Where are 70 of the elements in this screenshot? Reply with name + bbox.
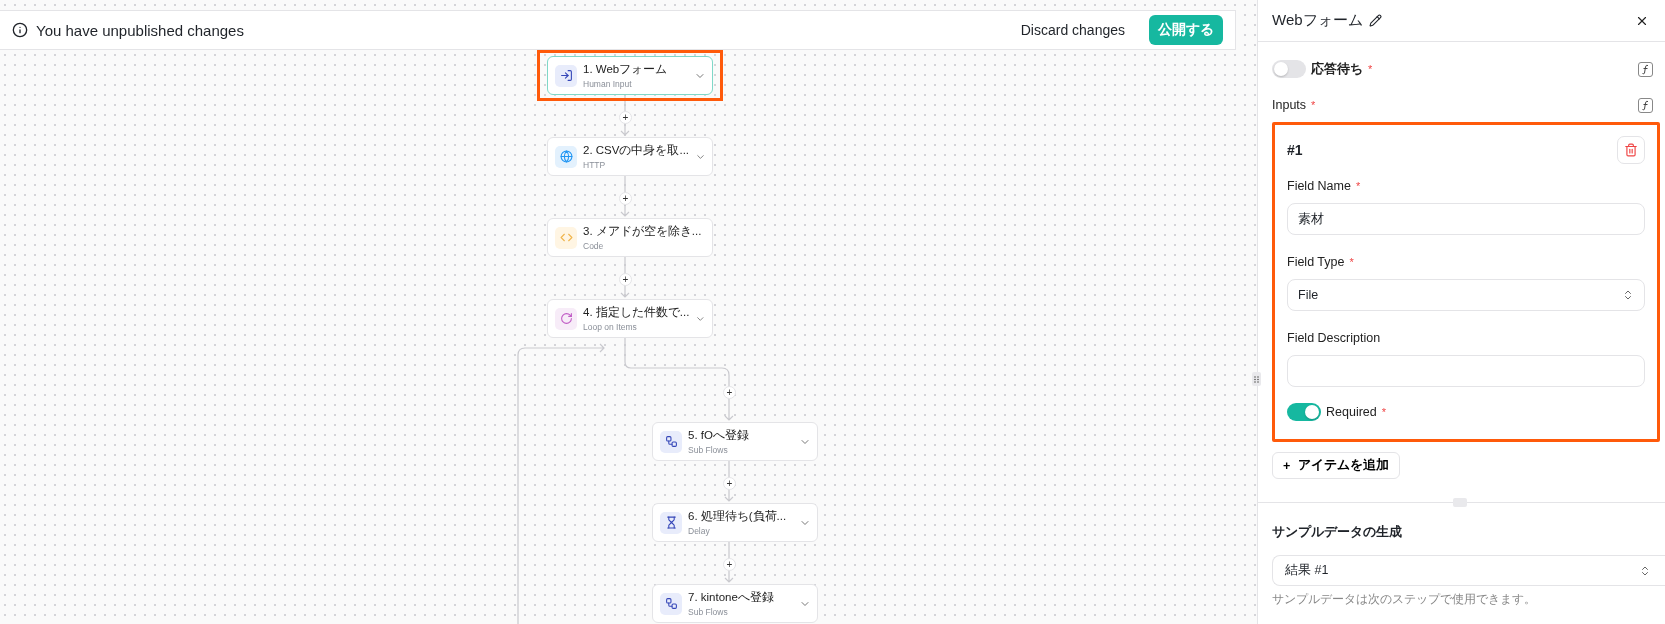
trash-icon (1624, 143, 1638, 157)
add-step-button[interactable]: + (619, 192, 632, 205)
hourglass-icon (660, 511, 682, 534)
field-name-input[interactable]: 素材 (1287, 203, 1645, 235)
function-icon (1641, 99, 1650, 111)
formula-button[interactable] (1638, 97, 1653, 113)
step-node[interactable]: 5. fOへ登録 Sub Flows (652, 422, 818, 461)
field-description-input[interactable] (1287, 355, 1645, 387)
step-node[interactable]: 7. kintoneへ登録 Sub Flows (652, 584, 818, 623)
step-type: Delay (688, 526, 711, 537)
step-title: 6. 処理待ち(負荷... (688, 508, 788, 524)
field-label: Field Description (1287, 331, 1381, 345)
required-mark: * (1349, 256, 1354, 268)
chevron-icon (1639, 564, 1651, 577)
toggle-label: Required (1326, 405, 1377, 419)
step-title: 1. Webフォーム (583, 61, 669, 77)
required-mark: * (1368, 63, 1373, 75)
enter-icon (555, 64, 577, 87)
delete-button[interactable] (1617, 136, 1645, 164)
field-label: Field Name (1287, 179, 1351, 193)
toggle-label: 応答待ち (1311, 60, 1363, 78)
step-type: HTTP (583, 160, 607, 171)
field-type-select[interactable]: File (1287, 279, 1645, 311)
section-title: サンプルデータの生成 (1272, 523, 1403, 541)
step-type: Loop on Items (583, 322, 638, 333)
step-type: Sub Flows (688, 607, 729, 618)
resize-handle[interactable] (1252, 372, 1261, 386)
step-title: 4. 指定した件数で... (583, 304, 690, 320)
step-title: 7. kintoneへ登録 (688, 589, 775, 605)
step-title: 5. fOへ登録 (688, 427, 750, 443)
loop-icon (555, 307, 577, 330)
chevron-icon (1622, 289, 1634, 301)
tree-icon (660, 430, 682, 453)
add-step-button[interactable]: + (723, 558, 736, 571)
formula-button[interactable] (1638, 61, 1653, 77)
discard-button[interactable]: Discard changes (1012, 16, 1133, 44)
add-step-button[interactable]: + (619, 111, 632, 124)
item-heading: #1 (1287, 142, 1303, 158)
toggle-switch[interactable] (1287, 403, 1321, 421)
result-select[interactable]: 結果 #1 (1272, 555, 1665, 586)
code-icon (555, 226, 577, 249)
edit-icon[interactable] (1368, 14, 1382, 27)
required-mark: * (1355, 180, 1361, 192)
function-icon (1641, 63, 1650, 75)
resize-handle[interactable] (1453, 498, 1467, 507)
required-mark: * (1311, 99, 1316, 111)
step-node[interactable]: 4. 指定した件数で... Loop on Items (547, 299, 713, 338)
panel-title: Webフォーム (1272, 11, 1363, 30)
hint-text: サンプルデータは次のステップで使用できます。 (1272, 592, 1537, 607)
add-step-button[interactable]: + (723, 477, 736, 490)
step-type: Code (583, 241, 605, 252)
step-title: 3. メアドが空を除き... (583, 223, 702, 239)
add-step-button[interactable]: + (723, 386, 736, 399)
step-type: Human Input (583, 79, 633, 90)
step-type: Sub Flows (688, 445, 729, 456)
step-node[interactable]: 2. CSVの中身を取... HTTP (547, 137, 713, 176)
banner-message: You have unpublished changes (36, 21, 245, 39)
add-step-button[interactable]: + (619, 273, 632, 286)
add-item-button[interactable]: + アイテムを追加 (1272, 452, 1401, 479)
step-title: 2. CSVの中身を取... (583, 142, 690, 158)
step-node[interactable]: 6. 処理待ち(負荷... Delay (652, 503, 818, 542)
field-label: Field Type (1287, 255, 1345, 269)
required-mark: * (1381, 406, 1386, 418)
info-icon (12, 22, 28, 38)
tree-icon (660, 592, 682, 615)
inputs-label: Inputs (1272, 98, 1307, 112)
toggle-switch[interactable] (1272, 60, 1306, 78)
globe-icon (555, 145, 577, 168)
step-node[interactable]: 3. メアドが空を除き... Code (547, 218, 713, 257)
step-node[interactable]: 1. Webフォーム Human Input (547, 56, 713, 95)
